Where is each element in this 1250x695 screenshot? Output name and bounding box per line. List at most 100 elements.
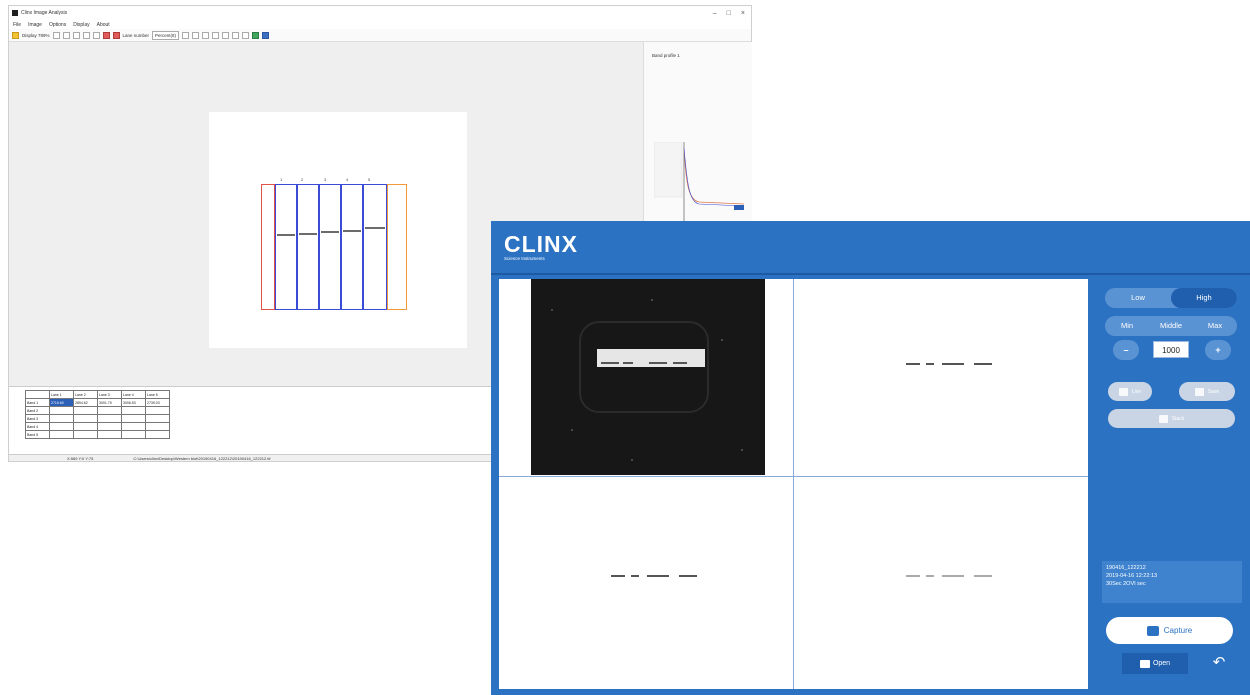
lane-marker[interactable] <box>363 184 387 310</box>
binning-min-button[interactable]: Min <box>1105 316 1149 336</box>
open-folder-icon[interactable] <box>12 31 19 39</box>
lane-number-label: Lane number <box>122 32 150 38</box>
table-cell[interactable] <box>121 406 146 415</box>
table-cell[interactable]: 2739.03 <box>145 398 170 407</box>
table-row-label: Band 3 <box>25 414 50 423</box>
lane-marker[interactable] <box>319 184 341 310</box>
percent-select[interactable]: Percent(8) <box>152 30 180 40</box>
table-cell[interactable] <box>121 414 146 423</box>
band <box>647 575 669 577</box>
table-cell[interactable] <box>97 414 122 423</box>
lane-icon[interactable] <box>112 31 120 39</box>
lane-label: 3 <box>324 177 327 182</box>
table-row-label: Band 2 <box>25 406 50 415</box>
zoom-in-icon[interactable] <box>52 31 60 39</box>
table-cell[interactable] <box>49 414 74 423</box>
lane-marker[interactable] <box>297 184 319 310</box>
preview-chemi-image[interactable] <box>531 279 765 475</box>
table-cell[interactable] <box>145 430 170 439</box>
binning-middle-button[interactable]: Middle <box>1149 316 1193 336</box>
band <box>299 233 317 235</box>
preview-merge-image[interactable] <box>499 477 793 689</box>
table-cell[interactable] <box>97 422 122 431</box>
grid-icon[interactable] <box>182 31 190 39</box>
band-icon[interactable] <box>212 31 220 39</box>
table-row-label: Band 4 <box>25 422 50 431</box>
table-cell[interactable] <box>49 422 74 431</box>
capture-button-label: Capture <box>1163 626 1193 635</box>
binning-toggle: Min Middle Max <box>1105 316 1237 336</box>
zoom-out-icon[interactable] <box>62 31 70 39</box>
return-icon[interactable]: ↶ <box>1209 653 1229 673</box>
table-header-cell: Lane 4 <box>121 390 146 399</box>
table-cell[interactable] <box>73 414 98 423</box>
table-cell[interactable] <box>145 406 170 415</box>
close-button[interactable]: × <box>741 10 745 17</box>
table-cell[interactable] <box>73 430 98 439</box>
report-icon[interactable] <box>262 31 270 39</box>
table-cell[interactable] <box>49 406 74 415</box>
table-cell[interactable]: 2894.62 <box>73 398 98 407</box>
table-cell[interactable] <box>73 422 98 431</box>
table-cell[interactable] <box>121 422 146 431</box>
decrease-button[interactable]: – <box>1113 340 1139 360</box>
line-icon[interactable] <box>202 31 210 39</box>
preview-grid <box>499 279 1088 689</box>
table-cell[interactable] <box>121 430 146 439</box>
menu-file[interactable]: File <box>13 22 21 28</box>
table-cell[interactable] <box>97 430 122 439</box>
open-button[interactable]: Open <box>1122 653 1188 674</box>
flag-icon[interactable] <box>242 31 250 39</box>
mode-low-button[interactable]: Low <box>1105 288 1171 308</box>
lane-marker[interactable] <box>275 184 297 310</box>
crop-icon[interactable] <box>92 31 100 39</box>
lane-marker[interactable] <box>341 184 363 310</box>
curve-icon[interactable] <box>222 31 230 39</box>
folder-icon <box>1139 659 1150 668</box>
menu-display[interactable]: Display <box>73 22 89 28</box>
rotate-icon[interactable] <box>72 31 80 39</box>
menu-options[interactable]: Options <box>49 22 66 28</box>
band <box>906 363 920 365</box>
capture-info: 190416_122212 2019-04-16 12:22:13 30Sec … <box>1102 561 1242 603</box>
table-cell[interactable] <box>73 406 98 415</box>
mode-high-button[interactable]: High <box>1171 288 1237 308</box>
table-cell[interactable] <box>97 406 122 415</box>
marker-icon[interactable] <box>232 31 240 39</box>
table-header-cell: Lane 3 <box>97 390 122 399</box>
exposure-value-input[interactable]: 1000 <box>1153 341 1189 358</box>
stack-icon <box>1158 414 1168 423</box>
lane-label: 4 <box>346 177 349 182</box>
band <box>343 230 361 232</box>
minimize-button[interactable]: – <box>713 10 717 17</box>
capture-window: CLINX Science Instruments Low High Min M… <box>491 221 1250 695</box>
maximize-button[interactable]: □ <box>727 10 731 17</box>
binning-max-button[interactable]: Max <box>1193 316 1237 336</box>
increase-button[interactable]: + <box>1205 340 1231 360</box>
header-divider <box>491 273 1250 275</box>
menu-image[interactable]: Image <box>28 22 42 28</box>
stack-button[interactable]: Stack <box>1108 409 1235 428</box>
capture-button[interactable]: Capture <box>1106 617 1233 644</box>
table-cell[interactable]: 3001.79 <box>97 398 122 407</box>
table-cell[interactable] <box>145 414 170 423</box>
brand: CLINX Science Instruments <box>504 233 578 262</box>
band <box>631 575 639 577</box>
live-button[interactable]: Live <box>1108 382 1152 401</box>
status-coords: X:589 Y:0 Y:75 <box>67 455 94 461</box>
delete-icon[interactable] <box>102 31 110 39</box>
lane-marker[interactable] <box>261 184 275 310</box>
flip-icon[interactable] <box>82 31 90 39</box>
table-cell[interactable]: 2715.60 <box>49 398 74 407</box>
menu-about[interactable]: About <box>97 22 110 28</box>
save-button[interactable]: Save <box>1179 382 1235 401</box>
table-cell[interactable]: 3006.53 <box>121 398 146 407</box>
table-cell[interactable] <box>145 422 170 431</box>
cursor-icon[interactable] <box>192 31 200 39</box>
table-cell[interactable] <box>49 430 74 439</box>
preview-light-image[interactable] <box>794 477 1088 689</box>
preview-marker-image[interactable] <box>794 279 1088 475</box>
lane-marker[interactable] <box>387 184 407 310</box>
live-button-label: Live <box>1131 388 1142 395</box>
analysis-icon[interactable] <box>252 31 260 39</box>
